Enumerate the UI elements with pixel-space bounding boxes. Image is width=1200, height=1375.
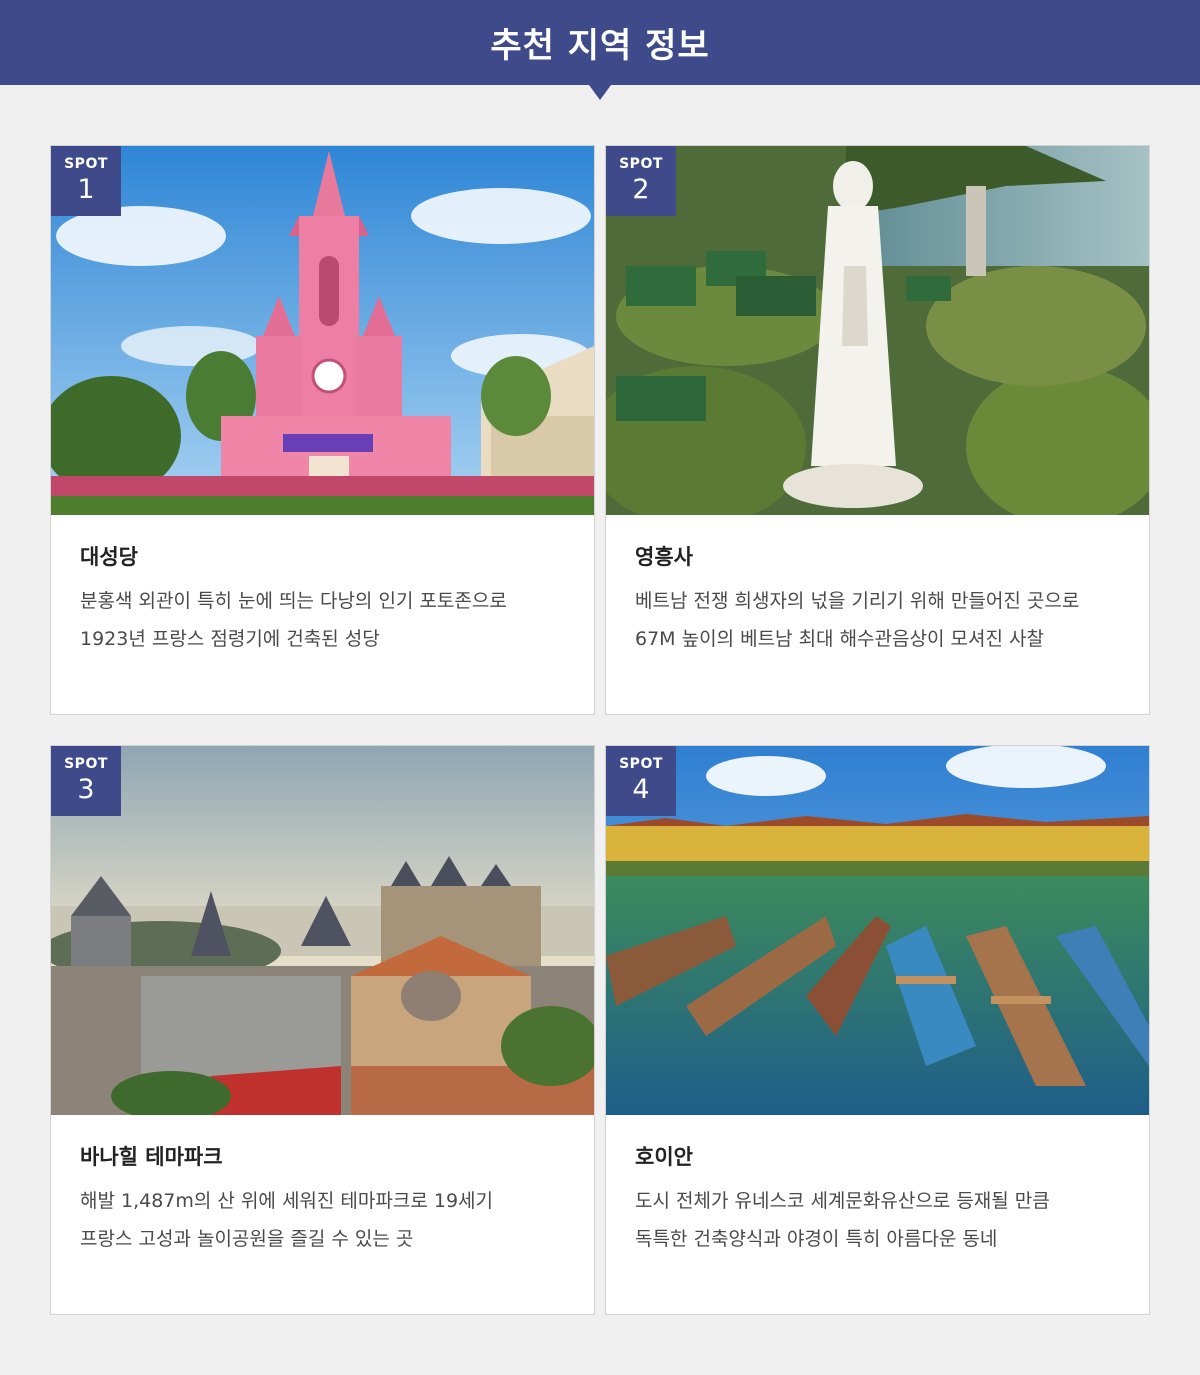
spot-description: 베트남 전쟁 희생자의 넋을 기리기 위해 만들어진 곳으로 67M 높이의 베… [635,590,1080,650]
spot-badge-label: SPOT [619,756,663,772]
spot-badge-number: 3 [77,774,95,805]
page-header: 추천 지역 정보 [0,0,1200,85]
spot-card-4[interactable]: SPOT 4 호이안 도시 전체가 유네스코 세계문화유산으로 등재될 만큼 독… [605,745,1150,1315]
spot-badge: SPOT 1 [51,146,121,216]
spot-title: 대성당 [80,545,138,569]
spot-title: 바나힐 테마파크 [80,1145,223,1169]
buddha-statue-image: SPOT 2 [606,146,1149,515]
spot-badge-label: SPOT [619,156,663,172]
spot-badge: SPOT 3 [51,746,121,816]
spot-badge-number: 4 [632,774,650,805]
spot-title: 호이안 [635,1145,693,1169]
spot-description: 분홍색 외관이 특히 눈에 띄는 다낭의 인기 포토존으로 1923년 프랑스 … [80,590,507,650]
spot-card-3[interactable]: SPOT 3 바나힐 테마파크 해발 1,487m의 산 위에 세워진 테마파크… [50,745,595,1315]
spot-card-1[interactable]: SPOT 1 대성당 분홍색 외관이 특히 눈에 띄는 다낭의 인기 포토존으로… [50,145,595,715]
spot-badge-number: 2 [632,174,650,205]
spot-badge: SPOT 4 [606,746,676,816]
spot-description: 도시 전체가 유네스코 세계문화유산으로 등재될 만큼 독특한 건축양식과 야경… [635,1190,1050,1250]
spot-badge-number: 1 [77,174,95,205]
spot-badge: SPOT 2 [606,146,676,216]
spot-badge-label: SPOT [64,156,108,172]
header-pointer-arrow [589,85,611,100]
castle-village-image: SPOT 3 [51,746,594,1115]
cathedral-image: SPOT 1 [51,146,594,515]
boats-river-image: SPOT 4 [606,746,1149,1115]
spot-title: 영흥사 [635,545,693,569]
page-title: 추천 지역 정보 [490,26,710,66]
spot-description: 해발 1,487m의 산 위에 세워진 테마파크로 19세기 프랑스 고성과 놀… [80,1190,493,1250]
spot-card-2[interactable]: SPOT 2 영흥사 베트남 전쟁 희생자의 넋을 기리기 위해 만들어진 곳으… [605,145,1150,715]
spot-badge-label: SPOT [64,756,108,772]
